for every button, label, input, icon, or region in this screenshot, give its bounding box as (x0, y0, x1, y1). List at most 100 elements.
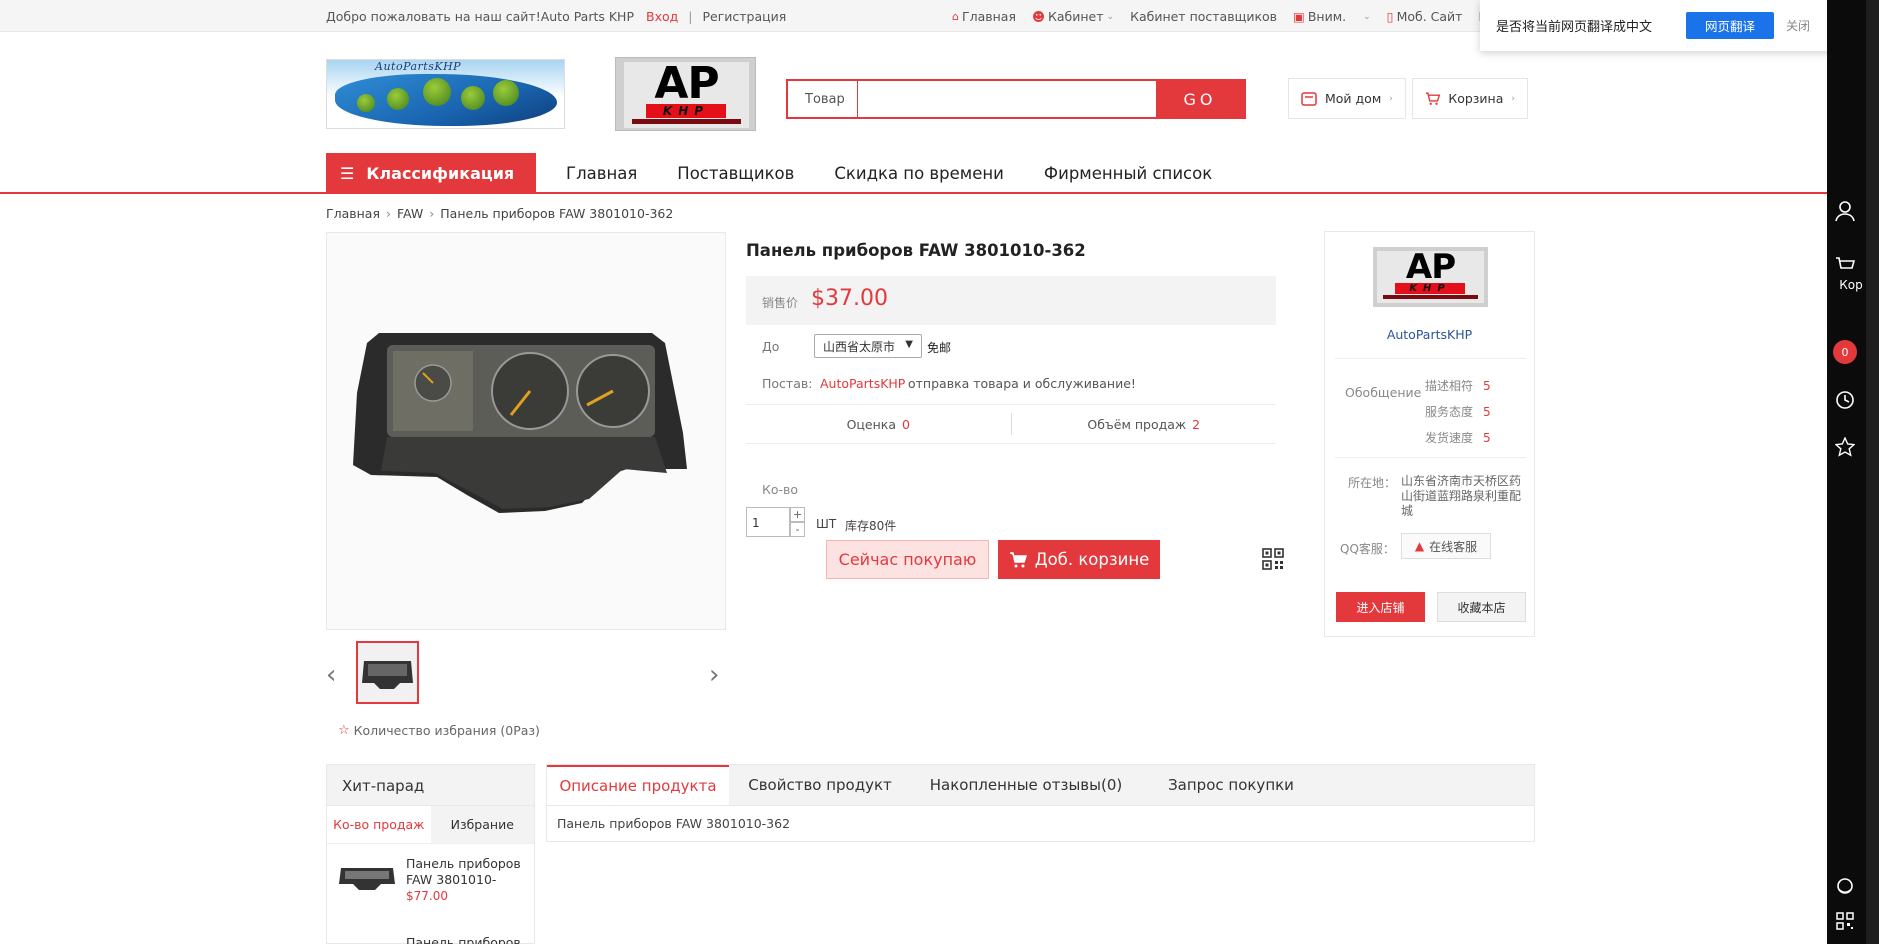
tab-properties[interactable]: Свойство продукт (729, 765, 911, 805)
cart-button[interactable]: Корзина › (1412, 78, 1528, 119)
history-icon (1836, 391, 1854, 409)
dock-favorites-button[interactable] (1827, 437, 1863, 457)
cart-count-badge: 0 (1833, 340, 1857, 364)
quantity-minus-button[interactable]: - (790, 522, 805, 537)
nav-time-discount[interactable]: Скидка по времени (834, 164, 1004, 183)
nav-suppliers[interactable]: Поставщиков (677, 164, 794, 183)
chevron-right-icon[interactable]: › (709, 660, 719, 690)
ap-logo-main: AP (654, 58, 719, 109)
my-home-button[interactable]: Мой дом › (1288, 78, 1406, 119)
product-title: Панель приборов FAW 3801010-362 (746, 241, 1086, 260)
tab-reviews[interactable]: Накопленные отзывы(0) (911, 765, 1141, 805)
tab-favorites[interactable]: Избрание (430, 806, 534, 843)
dock-cart-label: Кор (1839, 278, 1863, 292)
breadcrumb-home[interactable]: Главная (326, 206, 380, 221)
qq-label: QQ客服： (1340, 542, 1395, 556)
penguin-icon: ▲ (1414, 539, 1425, 553)
site-map-logo[interactable]: AutoPartsKHP (326, 59, 565, 129)
mobile-site-link[interactable]: ▯ Моб. Сайт (1387, 9, 1463, 24)
home-link[interactable]: ⌂ Главная (952, 9, 1016, 24)
tab-description[interactable]: Описание продукта (547, 765, 729, 805)
hit-parade-tabs: Ко-во продаж Избрание (327, 806, 534, 844)
to-label: До (762, 339, 780, 354)
tab-sales-count[interactable]: Ко-во продаж (327, 806, 431, 843)
chevron-right-icon: › (386, 206, 391, 221)
price-box: 销售价 $37.00 (746, 276, 1276, 325)
buy-now-button[interactable]: Сейчас покупаю (826, 540, 989, 579)
chevron-left-icon[interactable]: ‹ (326, 660, 336, 690)
dock-user-button[interactable] (1827, 200, 1863, 222)
collect-store-button[interactable]: 收藏本店 (1437, 592, 1526, 622)
tab-purchase-request[interactable]: Запрос покупки (1141, 765, 1321, 805)
chevron-down-icon: ⌄ (1363, 11, 1371, 22)
description-tabs: Описание продукта Свойство продукт Накоп… (546, 764, 1535, 806)
cabinet-link[interactable]: ☻ Кабинет ⌄ (1032, 9, 1114, 24)
cart-label: Корзина (1448, 91, 1504, 106)
mobile-icon: ▯ (1386, 9, 1394, 24)
store-card: AP KHP AutoPartsKHP Обобщение 描述相符 5 服务态度… (1324, 231, 1535, 637)
qrcode-icon (1836, 912, 1854, 930)
ap-logo-sub: KHP (646, 104, 726, 118)
thumbnail-graphic (362, 661, 413, 689)
store-logo[interactable]: AP KHP (1373, 247, 1488, 307)
region-select[interactable]: 山西省太原市 ▼ (814, 334, 922, 358)
online-service-button[interactable]: ▲ 在线客服 (1401, 533, 1491, 559)
menu-icon: ☰ (340, 163, 355, 183)
tree-graphic (461, 86, 485, 110)
category-menu-button[interactable]: ☰ Классификация (326, 153, 536, 193)
unit-label: ШТ (816, 517, 837, 531)
quantity-plus-button[interactable]: + (790, 507, 805, 522)
location-label: 所在地： (1348, 476, 1397, 490)
store-logo-sub: KHP (1395, 283, 1465, 294)
login-link[interactable]: Вход (646, 9, 678, 24)
search-input[interactable] (858, 81, 1156, 117)
hit-item-image[interactable] (337, 858, 397, 898)
attention-link[interactable]: ▣ Вним. ⌄ (1293, 9, 1371, 24)
location-value: 山东省济南市天桥区药山街道蓝翔路泉利重配城 (1401, 474, 1522, 518)
hit-item-price: $77.00 (406, 889, 448, 903)
translate-close-button[interactable]: 关闭 (1786, 17, 1810, 34)
top-bar-left: Добро пожаловать на наш сайт!Auto Parts … (326, 9, 786, 24)
favorites-count: ☆ Количество избрания (0Раз) (338, 723, 540, 738)
product-image[interactable] (326, 232, 726, 630)
price-label: 销售价 (762, 296, 799, 310)
supplier-link[interactable]: AutoPartsKHP (820, 376, 905, 391)
store-name[interactable]: AutoPartsKHP (1325, 327, 1534, 342)
hit-item-title[interactable]: Панель приборов FAW 3801010- (406, 856, 526, 888)
dock-cart-button[interactable]: Кор (1827, 256, 1863, 292)
translate-button[interactable]: 网页翻译 (1686, 12, 1774, 39)
register-link[interactable]: Регистрация (702, 9, 786, 24)
add-to-cart-button[interactable]: Доб. корзине (998, 540, 1160, 579)
nav-home[interactable]: Главная (566, 164, 637, 183)
product-thumbnail[interactable] (356, 641, 419, 704)
tree-graphic (493, 80, 519, 106)
rating-stat: Оценка 0 (846, 416, 910, 432)
enter-store-button[interactable]: 进入店铺 (1336, 592, 1425, 622)
qrcode-icon[interactable] (1262, 548, 1284, 570)
headset-icon (1837, 878, 1853, 894)
category-label: Классификация (366, 163, 515, 183)
ap-logo-panel: AP KHP (624, 58, 749, 128)
separator: | (688, 9, 693, 24)
supplier-cabinet-link[interactable]: Кабинет поставщиков (1130, 9, 1277, 24)
attention-icon: ▣ (1293, 9, 1305, 24)
search-category-label[interactable]: Товар (788, 81, 858, 117)
star-icon: ☆ (338, 723, 350, 738)
breadcrumb-faw[interactable]: FAW (397, 206, 423, 221)
search-button[interactable]: GO (1156, 81, 1244, 117)
nav-divider (0, 192, 1827, 194)
cart-icon (1425, 92, 1441, 105)
supplier-service: отправка товара и обслуживание! (908, 376, 1136, 391)
free-shipping: 免邮 (927, 341, 952, 355)
breadcrumb: Главная › FAW › Панель приборов FAW 3801… (326, 206, 673, 221)
dock-qr-button[interactable] (1827, 912, 1863, 930)
quantity-input[interactable]: 1 (746, 507, 790, 537)
hit-parade: Хит-парад Ко-во продаж Избрание Панель п… (326, 764, 535, 944)
chevron-right-icon: › (429, 206, 435, 221)
hit-item-title[interactable]: Панель приборов (406, 935, 521, 944)
nav-brand-list[interactable]: Фирменный список (1044, 164, 1212, 183)
dock-service-button[interactable] (1827, 876, 1863, 896)
tree-graphic (387, 88, 409, 110)
ap-khp-logo[interactable]: AP KHP (615, 57, 756, 131)
dock-history-button[interactable] (1827, 390, 1863, 410)
